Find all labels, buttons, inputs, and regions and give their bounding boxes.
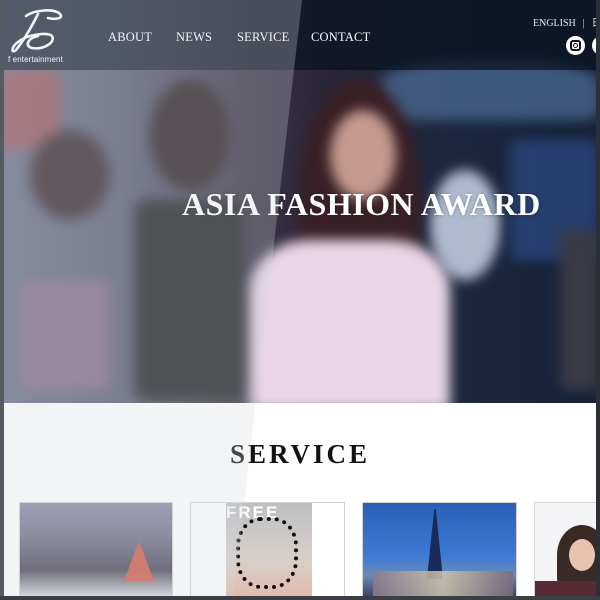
nav-service[interactable]: SERVICE: [237, 30, 290, 45]
lang-separator: |: [582, 18, 585, 29]
service-card[interactable]: [19, 502, 173, 600]
hero-photo-bg: [30, 130, 110, 220]
lang-english[interactable]: ENGLISH: [533, 18, 576, 29]
nav-news[interactable]: NEWS: [176, 30, 212, 45]
page: ASIA FASHION AWARD f entertainment ABOUT…: [0, 0, 600, 600]
service-title: SERVICE: [229, 439, 371, 469]
frame-border-right: [596, 0, 600, 600]
hero-photo-bg: [560, 230, 600, 390]
logo-text: f entertainment: [8, 55, 63, 64]
service-card[interactable]: [534, 502, 600, 600]
hero-photo-bg: [20, 280, 110, 390]
hero-title: ASIA FASHION AWARD: [182, 186, 541, 222]
service-card[interactable]: FREE: [190, 502, 345, 600]
nav-about[interactable]: ABOUT: [108, 30, 152, 45]
mask-pattern: [236, 517, 298, 589]
logo[interactable]: f entertainment: [6, 4, 68, 66]
f-script-logo-icon: [11, 9, 63, 53]
service-card[interactable]: [362, 502, 517, 600]
instagram-lens: [573, 43, 578, 48]
hero-photo-bg: [135, 200, 245, 400]
frame-border-bottom: [0, 596, 600, 600]
language-switcher: ENGLISH|日本語: [533, 14, 600, 29]
service-card-image: [20, 503, 172, 599]
portrait-face: [569, 539, 595, 571]
nav-contact[interactable]: CONTACT: [311, 30, 370, 45]
instagram-icon[interactable]: [566, 36, 585, 55]
hero-photo-bg: [150, 80, 230, 190]
hero-photo-bg: [250, 240, 450, 403]
frame-border-left: [0, 0, 4, 600]
service-section: SERVICE FREE: [0, 403, 600, 600]
site-header: f entertainment ABOUT NEWS SERVICE CONTA…: [0, 0, 600, 70]
